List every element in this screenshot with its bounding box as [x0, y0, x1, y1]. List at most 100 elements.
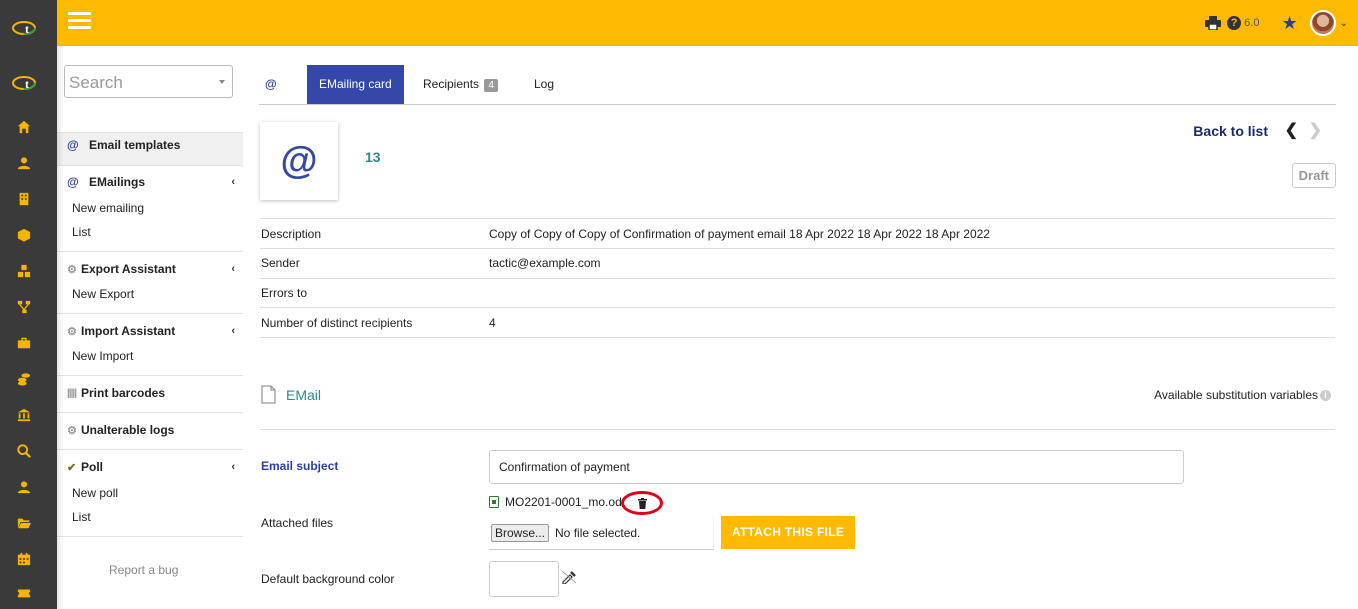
user-avatar[interactable] [1309, 10, 1336, 36]
user-tie-icon[interactable] [16, 479, 32, 495]
chevron-left-icon[interactable]: ‹ [231, 461, 235, 473]
chevron-down-icon[interactable]: ⌄ [1340, 18, 1348, 29]
email-subject-input[interactable]: Confirmation of payment [489, 450, 1184, 484]
field-divider [260, 307, 1335, 308]
file-chooser[interactable]: Browse... No file selected. [489, 517, 714, 550]
at-icon: @ [67, 175, 79, 189]
attached-files-label: Attached files [261, 516, 334, 530]
search-dollar-icon[interactable] [16, 443, 32, 459]
menu-divider [57, 132, 243, 133]
status-badge: Draft [1291, 163, 1336, 188]
tab-recipients[interactable]: Recipients 4 [411, 65, 510, 104]
menu-divider [57, 375, 243, 376]
previous-record-chevron-left-icon[interactable]: ❮ [1285, 120, 1298, 140]
field-divider [260, 218, 1335, 219]
field-divider [260, 337, 1335, 338]
menu-divider [57, 313, 243, 314]
color-picker-icon[interactable] [561, 570, 577, 584]
emailing-ref: 13 [365, 149, 381, 165]
email-subject-label: Email subject [261, 459, 339, 473]
project-tree-icon[interactable] [16, 299, 32, 315]
gears-icon: ⚙ [67, 424, 77, 437]
help-icon[interactable]: ? [1227, 16, 1242, 30]
menu-subitem-list[interactable]: List [72, 510, 91, 524]
field-divider [260, 248, 1335, 249]
menu-subitem-new-emailing[interactable]: New emailing [72, 201, 144, 215]
cubes-icon[interactable] [16, 263, 32, 279]
odt-file-icon [489, 496, 499, 508]
next-record-chevron-right-icon: ❯ [1308, 122, 1322, 139]
print-icon[interactable] [1205, 16, 1222, 30]
user-icon[interactable] [16, 155, 32, 171]
search-input[interactable]: Search [64, 65, 233, 98]
hamburger-menu-icon[interactable] [68, 12, 91, 30]
icon-sidebar: t t [0, 0, 57, 609]
coins-icon[interactable] [16, 371, 32, 387]
recipients-count-badge: 4 [484, 79, 498, 92]
chevron-left-icon[interactable]: ‹ [231, 176, 235, 188]
menu-divider [57, 251, 243, 252]
emailing-card-at-icon: @ [260, 122, 338, 200]
app-logo-small-icon[interactable]: t [11, 74, 37, 92]
barcode-icon: ||||| [67, 387, 77, 399]
document-icon [261, 385, 276, 404]
menu-divider [57, 449, 243, 450]
left-menu: Search @ Email templates @ EMailings ‹ N… [57, 46, 243, 609]
field-label-recipients: Number of distinct recipients [261, 316, 413, 330]
section-divider [260, 429, 1335, 430]
bank-icon[interactable] [16, 407, 32, 423]
product-box-icon[interactable] [16, 227, 32, 243]
info-icon[interactable]: i [1320, 390, 1331, 401]
menu-subitem-new-export[interactable]: New Export [72, 287, 134, 301]
bookmark-star-icon[interactable]: ★ [1281, 14, 1297, 32]
attach-file-button[interactable]: ATTACH THIS FILE [721, 516, 855, 549]
briefcase-icon[interactable] [16, 335, 32, 351]
menu-item-poll[interactable]: ✔ Poll [67, 460, 103, 474]
menu-item-import-assistant[interactable]: ⚙ Import Assistant [67, 324, 175, 338]
field-value-description: Copy of Copy of Copy of Confirmation of … [489, 227, 990, 241]
available-vars-link[interactable]: Available substitution variables [1154, 388, 1318, 402]
search-placeholder: Search [69, 73, 123, 92]
tab-log[interactable]: Log [522, 65, 566, 104]
calendar-icon[interactable] [16, 551, 32, 567]
chevron-left-icon[interactable]: ‹ [231, 263, 235, 275]
menu-item-email-templates[interactable]: @ Email templates [67, 138, 180, 152]
menu-subitem-list[interactable]: List [72, 225, 91, 239]
bg-color-input[interactable] [489, 561, 559, 597]
menu-item-export-assistant[interactable]: ⚙ Export Assistant [67, 262, 176, 276]
menu-subitem-new-import[interactable]: New Import [72, 349, 133, 363]
menu-item-emailings[interactable]: @ EMailings [67, 175, 145, 189]
tab-emailing-card[interactable]: EMailing card [307, 65, 404, 104]
field-value-sender: tactic@example.com [489, 256, 601, 270]
tab-emailing-icon[interactable]: @ [259, 65, 283, 104]
trash-icon [637, 497, 647, 509]
version-label: 6.0 [1244, 17, 1260, 29]
folder-open-icon[interactable] [16, 515, 32, 531]
menu-subitem-new-poll[interactable]: New poll [72, 486, 118, 500]
svg-text:t: t [25, 22, 29, 36]
field-label-description: Description [261, 227, 322, 241]
bg-color-label: Default background color [261, 572, 395, 586]
menu-shadow [57, 46, 63, 609]
field-label-errors-to: Errors to [261, 286, 308, 300]
report-bug-link[interactable]: Report a bug [109, 563, 178, 577]
building-icon[interactable] [16, 191, 32, 207]
menu-divider [57, 165, 243, 166]
svg-text:t: t [25, 77, 29, 91]
delete-attachment-button[interactable] [621, 491, 663, 515]
back-to-list-link[interactable]: Back to list [1193, 123, 1268, 139]
search-dropdown-arrow-icon[interactable] [219, 80, 225, 84]
chevron-left-icon[interactable]: ‹ [231, 325, 235, 337]
gears-icon: ⚙ [67, 263, 77, 276]
email-section-title: EMail [286, 387, 322, 403]
browse-button[interactable]: Browse... [491, 524, 550, 542]
check-double-icon: ✔ [67, 461, 77, 474]
home-icon[interactable] [16, 119, 32, 135]
app-logo-icon[interactable]: t [11, 19, 37, 37]
menu-divider [57, 536, 243, 537]
menu-item-print-barcodes[interactable]: ||||| Print barcodes [67, 386, 165, 400]
menu-item-unalterable-logs[interactable]: ⚙ Unalterable logs [67, 423, 174, 437]
field-value-recipients: 4 [489, 316, 496, 330]
ticket-icon[interactable] [16, 585, 32, 601]
attached-file-name[interactable]: MO2201-0001_mo.odt [505, 495, 625, 509]
